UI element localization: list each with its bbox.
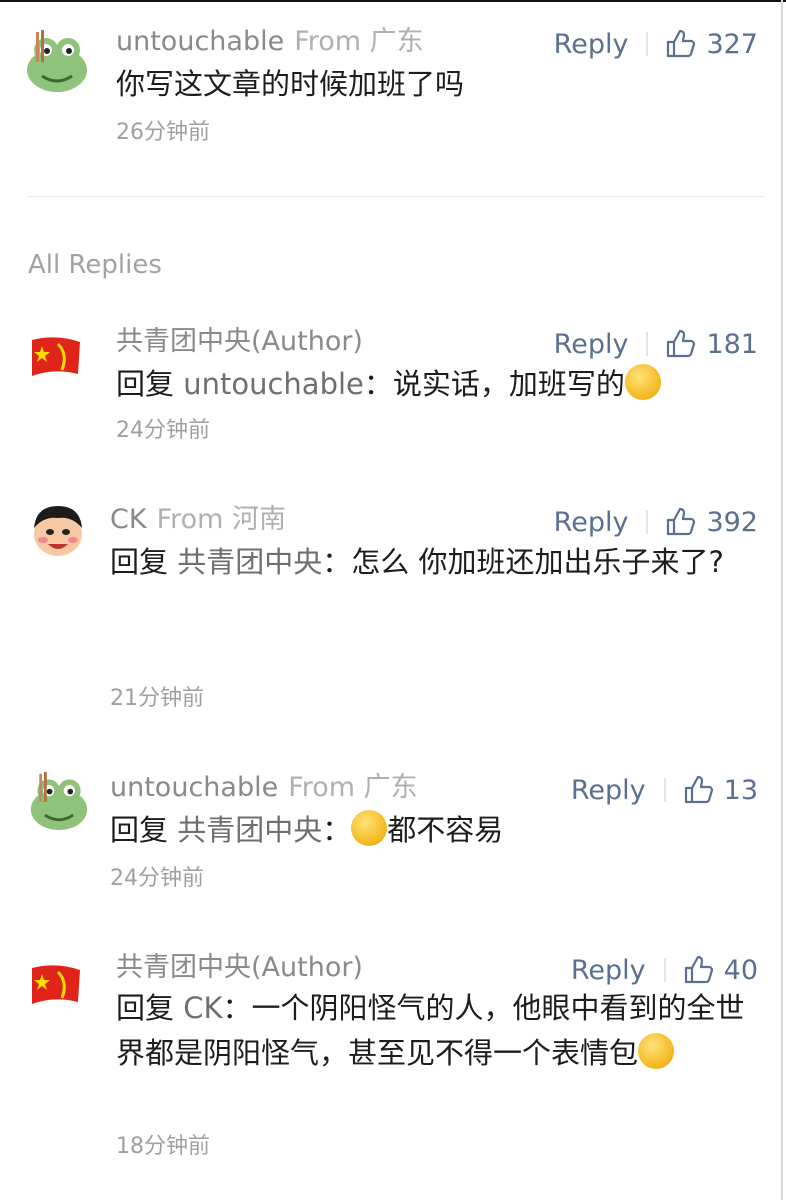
thumbs-up-icon <box>684 775 713 804</box>
sigh-face-emoji-icon <box>351 810 388 846</box>
like-button[interactable]: 13 <box>682 774 758 806</box>
reply-prefix: 回复 <box>116 991 184 1025</box>
reply-author[interactable]: 共青团中央(Author) <box>116 328 363 355</box>
action-separator <box>646 510 649 534</box>
mention-link[interactable]: CK <box>183 991 222 1025</box>
thinking-face-emoji-icon <box>624 364 661 400</box>
like-button[interactable]: 392 <box>664 506 758 538</box>
like-count: 40 <box>723 954 758 986</box>
reply-body: ：说实话，加班写的 <box>363 367 625 401</box>
author-name: untouchable <box>110 772 279 803</box>
cartoon-face-avatar[interactable] <box>28 500 88 560</box>
reply-time: 24分钟前 <box>116 418 210 443</box>
all-replies-heading: All Replies <box>28 250 162 280</box>
reply-button[interactable]: Reply <box>554 331 629 358</box>
thumbs-up-icon <box>684 955 713 984</box>
reply-time: 24分钟前 <box>110 866 204 891</box>
author-location: From 河南 <box>156 504 287 535</box>
like-button[interactable]: 327 <box>664 28 758 60</box>
reply-time: 18分钟前 <box>116 1134 210 1159</box>
reply-colon: ： <box>322 813 352 847</box>
like-button[interactable]: 40 <box>682 954 758 986</box>
reply-actions: Reply 392 <box>554 506 758 538</box>
reply-prefix: 回复 <box>110 813 178 847</box>
like-count: 181 <box>706 328 758 360</box>
author-location: From 广东 <box>288 772 418 803</box>
action-separator <box>646 32 649 56</box>
reply-author[interactable]: CK From 河南 <box>110 506 286 533</box>
reply-item: 共青团中央(Author) Reply 40 回复 CK：一个阴阳怪气的人，他眼… <box>0 948 780 1168</box>
reply-item: untouchable From 广东 Reply 13 回复 共青团中央： 都不容… <box>0 768 780 908</box>
frog-avatar[interactable] <box>28 770 90 832</box>
mention-link[interactable]: 共青团中央 <box>177 813 322 847</box>
reply-author[interactable]: untouchable From 广东 <box>110 774 418 801</box>
thumbs-up-icon <box>667 29 696 58</box>
action-separator <box>663 778 666 802</box>
reply-author[interactable]: 共青团中央(Author) <box>116 954 363 981</box>
author-location: From 广东 <box>294 26 424 57</box>
reply-button[interactable]: Reply <box>554 31 629 58</box>
action-separator <box>663 958 666 982</box>
reply-body: 都不容易 <box>387 813 504 847</box>
top-comment: untouchable From 广东 Reply 327 你写这文章的时候加班了… <box>0 0 780 190</box>
reply-button[interactable]: Reply <box>554 509 629 536</box>
like-count: 327 <box>706 28 758 60</box>
thumbs-up-icon <box>667 329 696 358</box>
mention-link[interactable]: untouchable <box>183 367 364 401</box>
comment-time: 26分钟前 <box>116 120 210 145</box>
flag-avatar[interactable] <box>28 330 84 386</box>
reply-actions: Reply 13 <box>571 774 758 806</box>
comment-text: 你写这文章的时候加班了吗 <box>116 67 465 101</box>
comment-author[interactable]: untouchable From 广东 <box>116 28 424 55</box>
reply-text: 回复 共青团中央：怎么 你加班还加出乐子来了? <box>110 540 758 585</box>
reply-time: 21分钟前 <box>110 686 204 711</box>
flag-avatar[interactable] <box>28 958 84 1014</box>
section-divider <box>28 196 764 197</box>
reply-text: 回复 CK：一个阴阳怪气的人，他眼中看到的全世界都是阴阳怪气，甚至见不得一个表情… <box>116 986 758 1076</box>
reply-prefix: 回复 <box>110 545 178 579</box>
scroll-edge <box>781 0 783 1200</box>
like-count: 392 <box>706 506 758 538</box>
reply-text: 回复 共青团中央： 都不容易 <box>110 808 758 853</box>
reply-button[interactable]: Reply <box>571 957 646 984</box>
like-button[interactable]: 181 <box>664 328 758 360</box>
reply-item: 共青团中央(Author) Reply 181 回复 untouchable：说… <box>0 320 780 460</box>
reply-actions: Reply 40 <box>571 954 758 986</box>
reply-body: ：怎么 你加班还加出乐子来了? <box>322 545 724 579</box>
reply-item: CK From 河南 Reply 392 回复 共青团中央：怎么 你加班还加出乐子… <box>0 500 780 720</box>
reply-text: 回复 untouchable：说实话，加班写的 <box>116 362 758 407</box>
thinking-face-emoji-icon <box>638 1033 675 1069</box>
reply-prefix: 回复 <box>116 367 184 401</box>
frog-avatar[interactable] <box>24 28 90 94</box>
thumbs-up-icon <box>667 507 696 536</box>
author-name: CK <box>110 504 147 535</box>
author-name: untouchable <box>116 26 285 57</box>
reply-button[interactable]: Reply <box>571 777 646 804</box>
mention-link[interactable]: 共青团中央 <box>177 545 322 579</box>
action-separator <box>646 332 649 356</box>
like-count: 13 <box>723 774 758 806</box>
comment-actions: Reply 327 <box>554 28 758 60</box>
reply-actions: Reply 181 <box>554 328 758 360</box>
